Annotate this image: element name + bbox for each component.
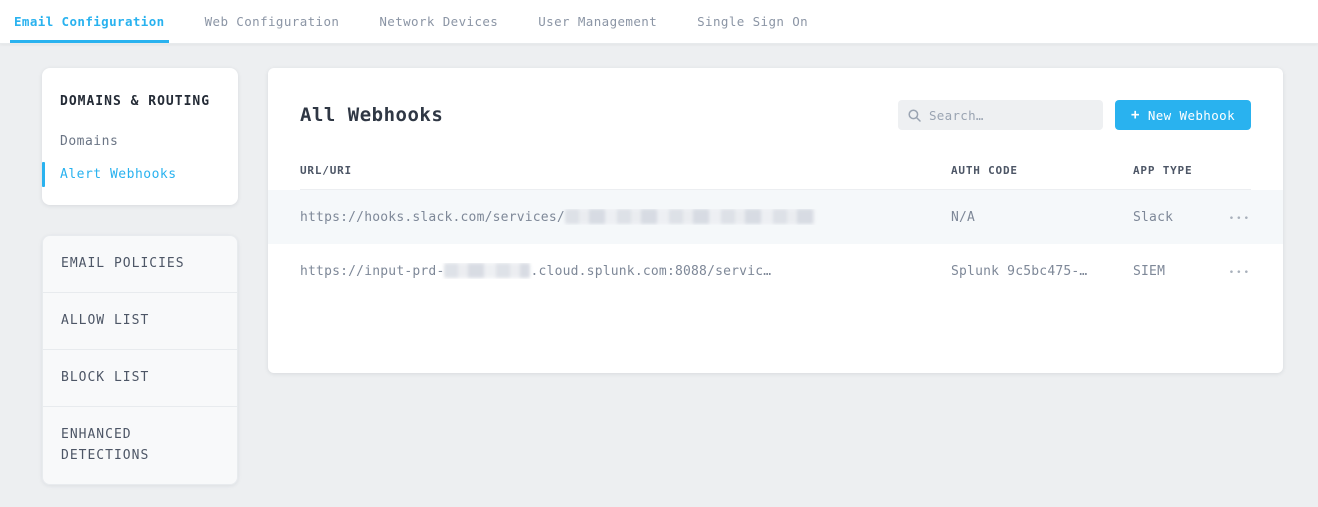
webhook-url: https://hooks.slack.com/services/ — [300, 209, 951, 225]
column-header-auth-code: AUTH CODE — [951, 164, 1133, 177]
table-header: URL/URI AUTH CODE APP TYPE — [300, 152, 1251, 190]
search-icon — [908, 109, 921, 122]
panel-header: All Webhooks + New Webhook — [300, 68, 1251, 130]
sidebar-section-group: EMAIL POLICIES ALLOW LIST BLOCK LIST ENH… — [42, 235, 238, 485]
tab-network-devices[interactable]: Network Devices — [375, 0, 502, 43]
webhooks-panel: All Webhooks + New Webhook URL/URI AUTH … — [268, 68, 1283, 373]
page-content: DOMAINS & ROUTING Domains Alert Webhooks… — [0, 44, 1318, 485]
column-header-url: URL/URI — [300, 164, 951, 177]
domains-routing-card: DOMAINS & ROUTING Domains Alert Webhooks — [42, 68, 238, 205]
new-webhook-label: New Webhook — [1148, 108, 1235, 123]
new-webhook-button[interactable]: + New Webhook — [1115, 100, 1251, 130]
redacted-url-segment — [444, 263, 530, 278]
webhook-auth-code: Splunk 9c5bc475-… — [951, 264, 1133, 279]
sidebar: DOMAINS & ROUTING Domains Alert Webhooks… — [42, 68, 238, 485]
table-row[interactable]: https://input-prd-.cloud.splunk.com:8088… — [300, 244, 1251, 298]
page-title: All Webhooks — [300, 104, 443, 126]
tab-single-sign-on[interactable]: Single Sign On — [693, 0, 812, 43]
row-actions-menu-icon[interactable]: ••• — [1229, 268, 1251, 278]
webhook-app-type: SIEM — [1133, 264, 1211, 279]
sidebar-item-email-policies[interactable]: EMAIL POLICIES — [43, 236, 237, 292]
sidebar-item-alert-webhooks[interactable]: Alert Webhooks — [42, 158, 238, 191]
sidebar-item-block-list[interactable]: BLOCK LIST — [43, 349, 237, 406]
top-navigation: Email Configuration Web Configuration Ne… — [0, 0, 1318, 44]
plus-icon: + — [1131, 107, 1140, 123]
sidebar-item-enhanced-detections[interactable]: ENHANCED DETECTIONS — [43, 406, 237, 483]
row-actions-menu-icon[interactable]: ••• — [1229, 214, 1251, 224]
column-header-app-type: APP TYPE — [1133, 164, 1211, 177]
tab-user-management[interactable]: User Management — [534, 0, 661, 43]
table-row[interactable]: https://hooks.slack.com/services/ N/A Sl… — [268, 190, 1283, 244]
domains-routing-title: DOMAINS & ROUTING — [42, 94, 238, 109]
tab-email-configuration[interactable]: Email Configuration — [10, 0, 169, 43]
redacted-url-segment — [565, 209, 815, 224]
search-box[interactable] — [898, 100, 1103, 130]
search-input[interactable] — [929, 108, 1093, 123]
webhook-app-type: Slack — [1133, 210, 1211, 225]
webhook-url: https://input-prd-.cloud.splunk.com:8088… — [300, 263, 951, 279]
webhook-auth-code: N/A — [951, 210, 1133, 225]
sidebar-item-allow-list[interactable]: ALLOW LIST — [43, 292, 237, 349]
sidebar-item-domains[interactable]: Domains — [42, 125, 238, 158]
tab-web-configuration[interactable]: Web Configuration — [201, 0, 344, 43]
